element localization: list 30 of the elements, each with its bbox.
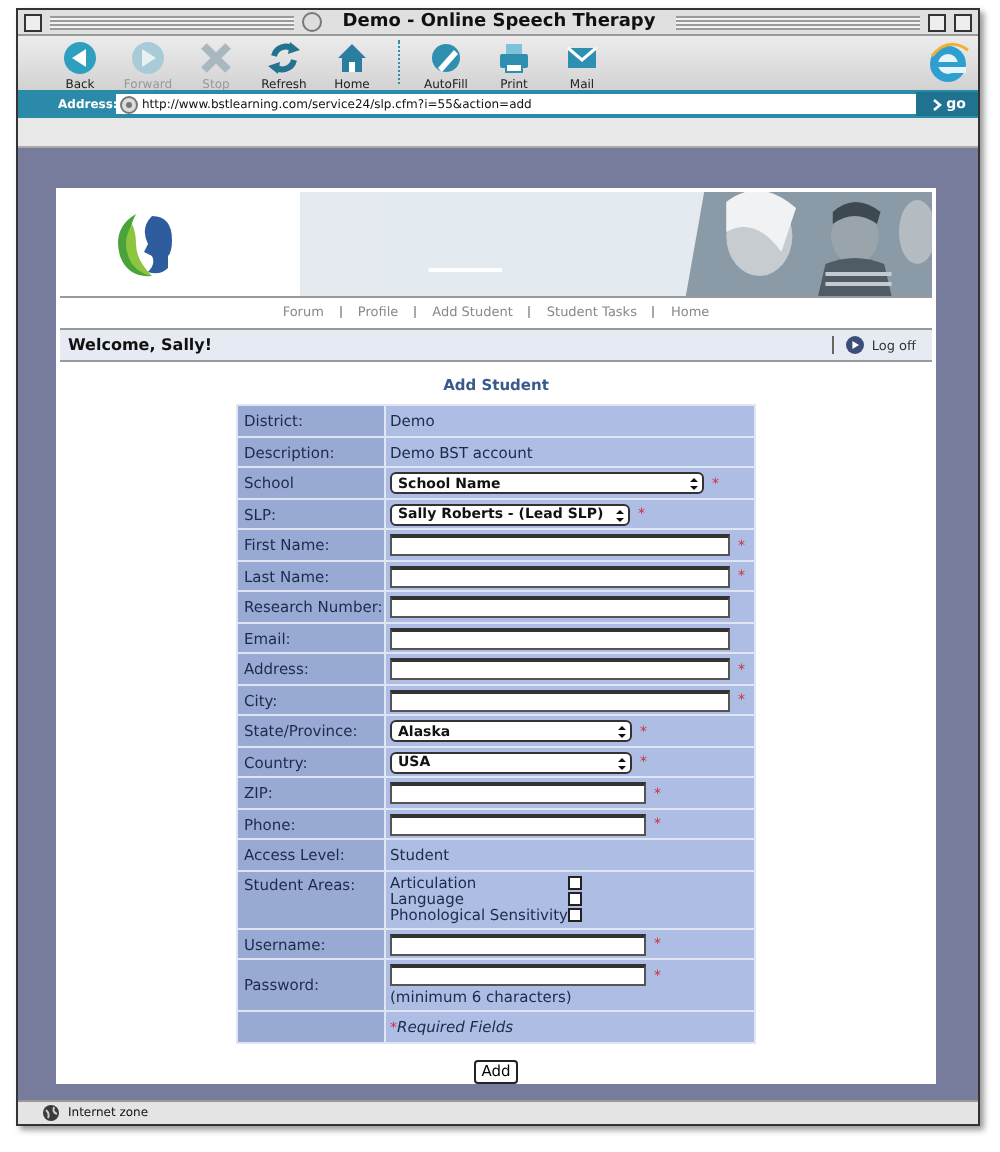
input-field[interactable]: [390, 782, 646, 804]
input-field[interactable]: [390, 534, 730, 556]
browser-logo-icon: [926, 40, 970, 85]
updown-arrow-icon: [688, 476, 700, 492]
close-box[interactable]: [24, 13, 42, 32]
pen-icon: [428, 40, 464, 77]
collapse-box[interactable]: [954, 13, 972, 32]
input-field[interactable]: [390, 596, 730, 618]
checkbox[interactable]: [567, 908, 582, 923]
x-mark-icon: [198, 40, 234, 77]
zoom-box[interactable]: [928, 13, 946, 32]
printer-icon: [496, 40, 532, 77]
input-field[interactable]: [390, 689, 730, 711]
input-field[interactable]: [390, 813, 646, 835]
updown-arrow-icon: [616, 724, 628, 740]
updown-arrow-icon: [614, 507, 626, 523]
window-title: Demo - Online Speech Therapy: [340, 12, 658, 33]
page-icon: [120, 95, 138, 114]
refresh-icon: [266, 40, 302, 77]
checkbox[interactable]: [567, 876, 582, 891]
input-field[interactable]: [390, 627, 730, 649]
play-circle-icon: [845, 336, 864, 355]
input-field[interactable]: [390, 565, 730, 587]
welcome-text: Welcome, Sally!: [68, 336, 215, 355]
input-field[interactable]: [390, 933, 646, 955]
input-field[interactable]: [390, 658, 730, 680]
updown-arrow-icon: [616, 755, 628, 771]
checkbox[interactable]: [567, 892, 582, 907]
input-field[interactable]: [390, 964, 646, 987]
home-icon: [334, 40, 370, 77]
